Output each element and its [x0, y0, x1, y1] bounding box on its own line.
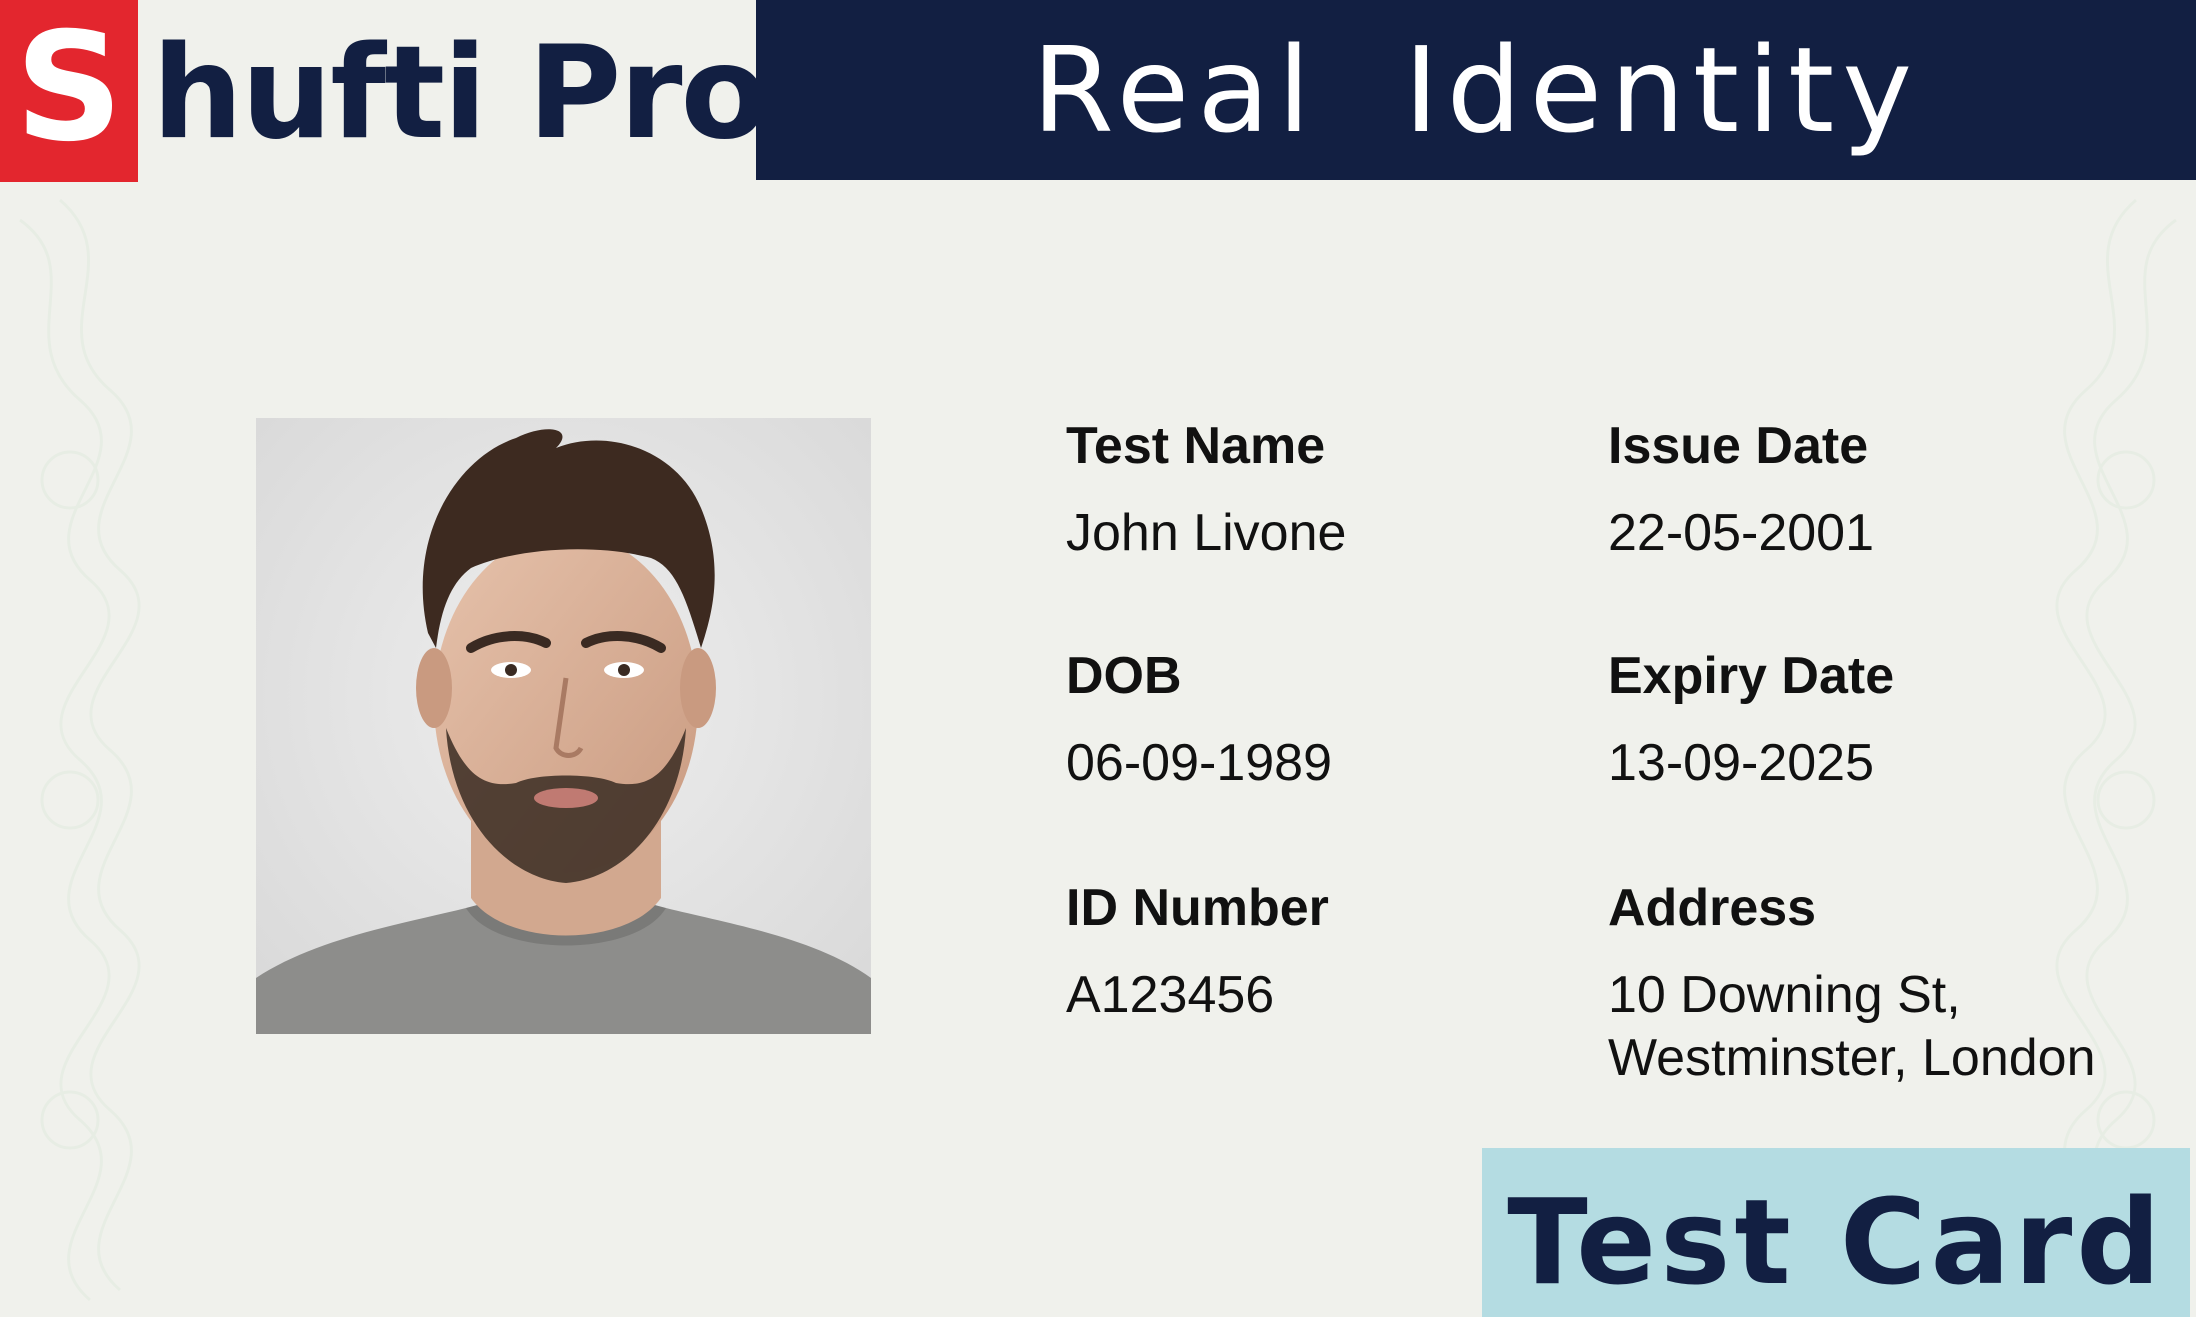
- id-card: S hufti Pro Real Identity Test Name John…: [0, 0, 2196, 1317]
- issue-date-value: 22-05-2001: [1608, 504, 1874, 562]
- name-label: Test Name: [1066, 417, 1326, 475]
- id-number-field: ID Number A123456: [1066, 882, 1329, 1026]
- guilloche-pattern-right: [2055, 198, 2177, 1302]
- id-number-label: ID Number: [1066, 879, 1329, 937]
- dob-value: 06-09-1989: [1066, 734, 1332, 792]
- test-card-label: Test Card: [1507, 1172, 2165, 1311]
- test-card-badge: Test Card: [1482, 1148, 2190, 1317]
- logo-badge: S: [0, 0, 138, 182]
- expiry-date-value: 13-09-2025: [1608, 734, 1874, 792]
- header-banner: Real Identity: [756, 0, 2196, 180]
- expiry-date-field: Expiry Date 13-09-2025: [1608, 650, 1894, 794]
- guilloche-pattern-left: [19, 198, 141, 1302]
- dob-label: DOB: [1066, 647, 1182, 705]
- address-field: Address 10 Downing St, Westminster, Lond…: [1608, 882, 2096, 1091]
- name-value: John Livone: [1066, 504, 1347, 562]
- card-title: Real Identity: [1031, 21, 1921, 159]
- dob-field: DOB 06-09-1989: [1066, 650, 1332, 794]
- logo-badge-letter: S: [14, 1, 124, 175]
- id-number-value: A123456: [1066, 966, 1275, 1024]
- shufti-pro-logo: S hufti Pro: [0, 0, 768, 182]
- logo-text: hufti Pro: [152, 19, 768, 168]
- expiry-date-label: Expiry Date: [1608, 647, 1895, 705]
- portrait-photo: [256, 418, 871, 1034]
- name-field: Test Name John Livone: [1066, 420, 1346, 564]
- issue-date-label: Issue Date: [1608, 417, 1869, 475]
- address-value: 10 Downing St, Westminster, London: [1608, 966, 2096, 1088]
- address-label: Address: [1608, 879, 1817, 937]
- issue-date-field: Issue Date 22-05-2001: [1608, 420, 1874, 564]
